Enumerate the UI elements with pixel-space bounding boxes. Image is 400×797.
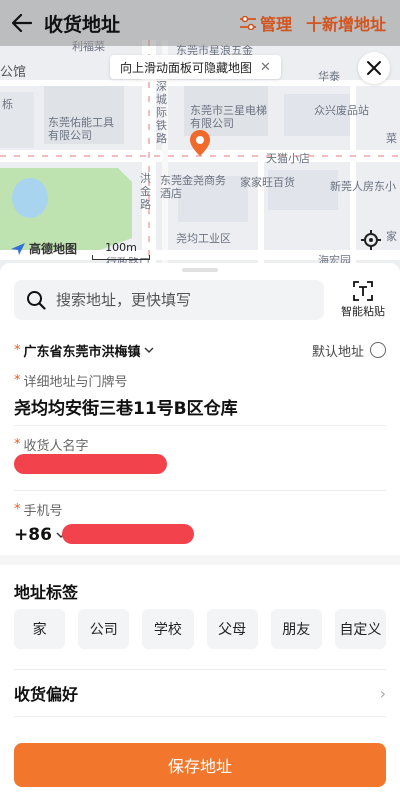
sliders-icon bbox=[239, 16, 256, 30]
delivery-preference-label: 收货偏好 bbox=[14, 685, 79, 704]
map-label: 公馆 bbox=[0, 65, 27, 80]
redacted-phone bbox=[62, 524, 194, 544]
map-scale-text: 100m bbox=[105, 241, 137, 254]
address-field[interactable]: * 详细地址与门牌号 尧均均安街三巷11号B区仓库 bbox=[14, 371, 386, 419]
address-tag-list: 家 公司 学校 父母 朋友 自定义 bbox=[14, 609, 387, 649]
locate-me-icon[interactable] bbox=[359, 228, 383, 252]
search-box[interactable] bbox=[14, 280, 324, 320]
close-icon bbox=[367, 61, 381, 75]
chevron-down-icon bbox=[144, 347, 154, 353]
map-label: 尧均工业区 bbox=[176, 232, 231, 245]
search-row: 智能粘贴 bbox=[14, 280, 390, 320]
back-arrow-icon bbox=[12, 14, 32, 32]
map-label: 家家旺百货 bbox=[240, 176, 295, 189]
location-pin-icon[interactable] bbox=[189, 129, 211, 161]
required-star: * bbox=[14, 502, 21, 517]
region-row: * 广东省东莞市洪梅镇 默认地址 bbox=[14, 339, 386, 361]
map-scale: 100m bbox=[92, 241, 150, 260]
add-address-label: 十新增地址 bbox=[305, 15, 386, 34]
amap-logo-text: 高德地图 bbox=[29, 242, 78, 256]
manage-label: 管理 bbox=[259, 15, 292, 34]
map-view[interactable]: 利福菜 东莞市星浪五金 公馆 华泰 栎 深城际铁路 东莞市三星电梯有限公司 众兴… bbox=[0, 0, 400, 270]
tag-parents[interactable]: 父母 bbox=[206, 609, 258, 649]
redacted-name bbox=[14, 454, 167, 474]
map-hint-tooltip: 向上滑动面板可隐藏地图 ✕ bbox=[110, 55, 281, 79]
map-label: 东莞佑能工具有限公司 bbox=[48, 116, 114, 142]
map-label: 栎 bbox=[2, 98, 13, 111]
tag-friends[interactable]: 朋友 bbox=[270, 609, 322, 649]
recipient-name-field[interactable]: * 收货人名字 bbox=[14, 435, 386, 454]
scan-text-icon bbox=[353, 281, 373, 301]
divider bbox=[14, 490, 386, 491]
smart-paste-button[interactable]: 智能粘贴 bbox=[336, 281, 390, 319]
address-value[interactable]: 尧均均安街三巷11号B区仓库 bbox=[14, 394, 386, 419]
amap-logo-icon bbox=[11, 242, 25, 255]
map-label: 东莞市三星电梯有限公司 bbox=[190, 104, 267, 130]
delivery-preference-row[interactable]: 收货偏好 › bbox=[14, 669, 386, 717]
map-label: 众兴废品站 bbox=[314, 104, 369, 117]
default-address-toggle[interactable]: 默认地址 bbox=[312, 341, 386, 360]
add-address-button[interactable]: 十新增地址 bbox=[306, 11, 386, 35]
page-title: 收货地址 bbox=[44, 13, 121, 36]
recipient-name-label: 收货人名字 bbox=[23, 439, 89, 454]
map-label: 华泰 bbox=[318, 70, 340, 83]
default-address-label: 默认地址 bbox=[311, 344, 364, 360]
chevron-right-icon: › bbox=[379, 683, 386, 703]
top-bar: 收货地址 管理 十新增地址 bbox=[0, 0, 400, 46]
required-star: * bbox=[14, 437, 21, 452]
close-map-button[interactable] bbox=[358, 52, 390, 84]
search-icon bbox=[27, 291, 46, 310]
address-label: 详细地址与门牌号 bbox=[23, 375, 128, 390]
search-input[interactable] bbox=[54, 290, 304, 310]
amap-logo: 高德地图 bbox=[10, 240, 77, 257]
region-value: 广东省东莞市洪梅镇 bbox=[23, 344, 141, 360]
map-label: 洪金路 bbox=[140, 172, 151, 211]
drag-handle[interactable] bbox=[182, 268, 218, 272]
phone-label: 手机号 bbox=[23, 504, 63, 519]
smart-paste-label: 智能粘贴 bbox=[341, 305, 385, 318]
section-separator bbox=[0, 555, 400, 565]
divider bbox=[14, 425, 386, 426]
required-star: * bbox=[14, 373, 21, 388]
map-label: 家 bbox=[386, 230, 397, 243]
required-star: * bbox=[14, 342, 21, 358]
close-hint-icon[interactable]: ✕ bbox=[260, 60, 271, 75]
country-code-selector[interactable]: +86 bbox=[14, 525, 52, 545]
map-label: 东莞金尧商务酒店 bbox=[160, 174, 226, 200]
map-scale-bar bbox=[92, 255, 150, 260]
tag-school[interactable]: 学校 bbox=[142, 609, 194, 649]
save-address-button[interactable]: 保存地址 bbox=[14, 743, 386, 787]
back-button[interactable] bbox=[0, 0, 44, 46]
map-label: 深城际铁路 bbox=[156, 80, 167, 145]
map-hint-text: 向上滑动面板可隐藏地图 bbox=[120, 60, 253, 75]
manage-button[interactable]: 管理 bbox=[239, 11, 292, 35]
map-label: 新莞人房东小 bbox=[330, 180, 396, 193]
tag-home[interactable]: 家 bbox=[14, 609, 66, 649]
default-address-radio[interactable] bbox=[370, 342, 386, 358]
address-tags-title: 地址标签 bbox=[14, 583, 79, 602]
region-selector[interactable]: 广东省东莞市洪梅镇 bbox=[24, 341, 154, 360]
map-label: 天猫小店 bbox=[266, 152, 310, 165]
tag-company[interactable]: 公司 bbox=[78, 609, 130, 649]
address-form-sheet: 智能粘贴 * 广东省东莞市洪梅镇 默认地址 * 详细地址与门牌号 尧均均安街三巷… bbox=[0, 263, 400, 797]
tag-custom[interactable]: 自定义 bbox=[334, 609, 387, 649]
map-label: 菜 bbox=[386, 132, 397, 145]
